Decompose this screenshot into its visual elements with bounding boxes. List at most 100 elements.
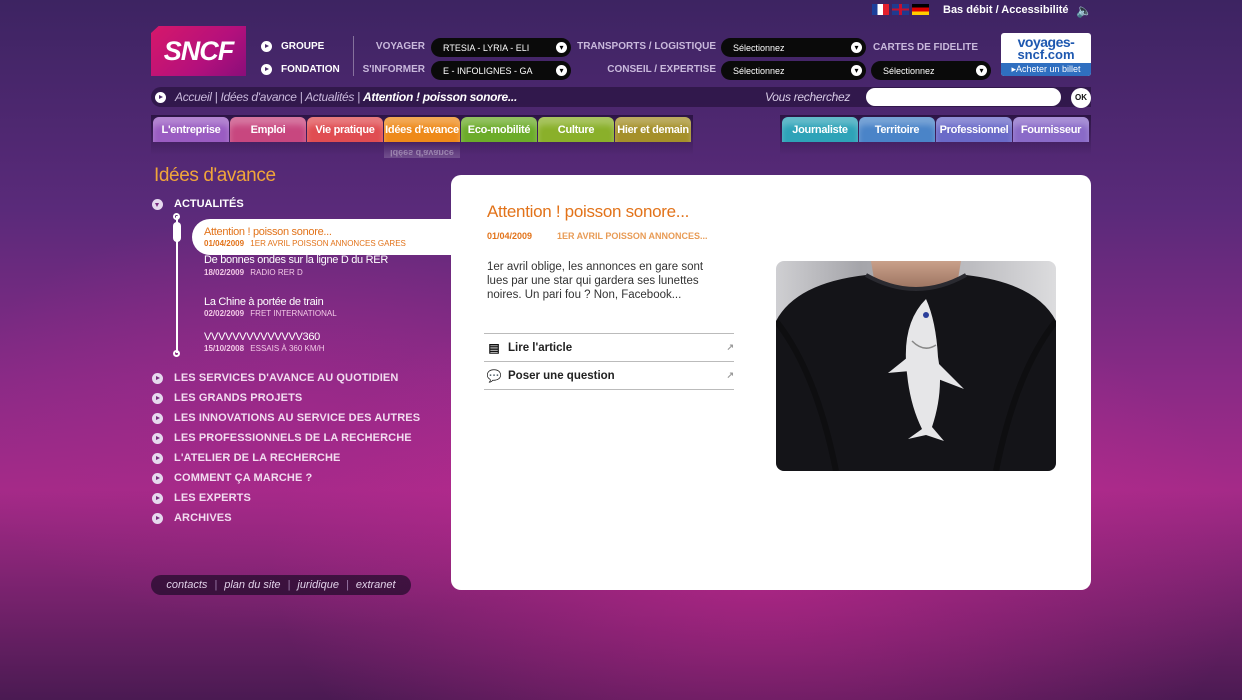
arrow-icon: [152, 473, 163, 484]
tab-eco-mobilite[interactable]: Eco-mobilité: [461, 117, 537, 142]
news-tag: 1ER AVRIL POISSON ANNONCES GARES: [250, 239, 406, 248]
news-meta: 15/10/2008 ESSAIS À 360 KM/H: [204, 344, 424, 353]
news-date: 01/04/2009: [204, 239, 245, 248]
nav-professionnels[interactable]: LES PROFESSIONNELS DE LA RECHERCHE: [174, 432, 412, 444]
groupe-link[interactable]: GROUPE: [261, 41, 324, 52]
cartes-value: Sélectionnez: [883, 65, 935, 76]
tab-reflection: Idées d'avance: [384, 142, 460, 158]
fondation-link[interactable]: FONDATION: [261, 64, 340, 75]
chevron-down-icon: ▾: [976, 65, 987, 76]
section-title: Idées d'avance: [154, 165, 276, 186]
arrow-icon: [152, 493, 163, 504]
voyager-select[interactable]: RTESIA - LYRIA - ELI ▾: [431, 38, 571, 57]
informer-select[interactable]: E - INFOLIGNES - GA ▾: [431, 61, 571, 80]
voyages-line2: sncf.com: [1017, 47, 1075, 62]
tab-fournisseur[interactable]: Fournisseur: [1013, 117, 1089, 142]
divider: [353, 36, 354, 76]
breadcrumb-actualites[interactable]: Actualités: [305, 90, 354, 104]
news-meta: 02/02/2009 FRET INTERNATIONAL: [204, 309, 424, 318]
nav-experts[interactable]: LES EXPERTS: [174, 492, 251, 504]
fondation-label: FONDATION: [281, 64, 340, 75]
news-item[interactable]: De bonnes ondes sur la ligne D du RER 18…: [204, 254, 404, 278]
ask-question-label: Poser une question: [508, 369, 615, 382]
tab-journaliste[interactable]: Journaliste: [782, 117, 858, 142]
chevron-down-icon: ▾: [851, 42, 862, 53]
footer-sep: |: [345, 579, 349, 591]
footer-juridique[interactable]: juridique: [297, 579, 339, 591]
news-title: VVVVVVVVVVVVVV360: [204, 331, 320, 343]
transports-label: TRANSPORTS / LOGISTIQUE: [577, 41, 716, 52]
voyager-value: RTESIA - LYRIA - ELI: [443, 42, 530, 53]
news-tag: FRET INTERNATIONAL: [250, 309, 337, 318]
voyages-sncf-banner[interactable]: voyages- sncf.com ▸Acheter un billet: [1001, 33, 1091, 76]
accessibility-link[interactable]: Bas débit / Accessibilité: [943, 4, 1069, 16]
news-item[interactable]: Attention ! poisson sonore... 01/04/2009…: [204, 227, 454, 249]
speaker-icon[interactable]: 🔈: [1076, 3, 1092, 19]
nav-archives[interactable]: ARCHIVES: [174, 512, 232, 524]
footer-sep: |: [214, 579, 218, 591]
news-item[interactable]: La Chine à portée de train 02/02/2009 FR…: [204, 297, 424, 319]
conseil-label: CONSEIL / EXPERTISE: [607, 64, 716, 75]
conseil-select[interactable]: Sélectionnez ▾: [721, 61, 866, 80]
ask-question-link[interactable]: 💬 Poser une question ↗: [484, 361, 734, 389]
tab-hier-demain[interactable]: Hier et demain: [615, 117, 691, 142]
article-title: Attention ! poisson sonore...: [487, 202, 690, 221]
article-date: 01/04/2009: [487, 231, 533, 241]
tab-emploi[interactable]: Emploi: [230, 117, 306, 142]
search-label: Vous recherchez: [765, 90, 851, 104]
breadcrumb: Accueil | Idées d'avance | Actualités | …: [175, 90, 517, 104]
footer-extranet[interactable]: extranet: [356, 579, 396, 591]
footer-sep: |: [287, 579, 291, 591]
article-photo[interactable]: [776, 261, 1056, 471]
arrow-icon: [152, 373, 163, 384]
nav-comment-ca-marche[interactable]: COMMENT ÇA MARCHE ?: [174, 472, 312, 484]
speech-bubble-icon: 💬: [486, 368, 502, 383]
informer-label: S'INFORMER: [362, 64, 425, 75]
breadcrumb-current: Attention ! poisson sonore...: [363, 90, 517, 104]
tab-vie-pratique[interactable]: Vie pratique: [307, 117, 383, 142]
tab-culture[interactable]: Culture: [538, 117, 614, 142]
news-item[interactable]: VVVVVVVVVVVVVV360 15/10/2008 ESSAIS À 36…: [204, 331, 424, 354]
tab-idees-avance[interactable]: Idées d'avance: [384, 117, 460, 142]
footer-contacts[interactable]: contacts: [166, 579, 207, 591]
breadcrumb-accueil[interactable]: Accueil: [175, 90, 212, 104]
shark-tshirt-image: [776, 261, 1056, 471]
tab-territoire[interactable]: Territoire: [859, 117, 935, 142]
tab-entreprise[interactable]: L'entreprise: [153, 117, 229, 142]
cartes-label: CARTES DE FIDELITE: [873, 42, 979, 53]
read-article-label: Lire l'article: [508, 341, 573, 354]
news-meta: 18/02/2009 RADIO RER D: [204, 268, 404, 277]
french-flag-icon[interactable]: [872, 4, 889, 15]
cartes-select[interactable]: Sélectionnez ▾: [871, 61, 991, 80]
transports-select[interactable]: Sélectionnez ▾: [721, 38, 866, 57]
groupe-label: GROUPE: [281, 41, 325, 52]
tab-professionnel[interactable]: Professionnel: [936, 117, 1012, 142]
acheter-billet-link[interactable]: ▸Acheter un billet: [1001, 63, 1091, 76]
search-ok-button[interactable]: OK: [1071, 88, 1091, 108]
news-title: De bonnes ondes sur la ligne D du RER: [204, 254, 388, 266]
actualites-heading[interactable]: ACTUALITÉS: [174, 198, 244, 210]
document-icon: ▤: [488, 340, 500, 355]
chevron-down-icon: ▾: [556, 42, 567, 53]
news-date: 18/02/2009: [204, 268, 245, 277]
german-flag-icon[interactable]: [912, 4, 929, 15]
external-arrow-icon: ↗: [726, 370, 734, 380]
arrow-icon: [261, 41, 272, 52]
nav-services[interactable]: LES SERVICES D'AVANCE AU QUOTIDIEN: [174, 372, 398, 384]
footer-plan-du-site[interactable]: plan du site: [224, 579, 280, 591]
timeline-scroll-handle[interactable]: [173, 222, 181, 242]
nav-innovations[interactable]: LES INNOVATIONS AU SERVICE DES AUTRES: [174, 412, 420, 424]
arrow-icon: [261, 64, 272, 75]
arrow-icon: [152, 453, 163, 464]
read-article-link[interactable]: ▤ Lire l'article ↗: [484, 333, 734, 361]
news-date: 15/10/2008: [204, 344, 245, 353]
search-input[interactable]: [866, 88, 1061, 106]
arrow-icon: [152, 393, 163, 404]
sncf-logo[interactable]: SNCF: [151, 26, 246, 76]
breadcrumb-idees[interactable]: Idées d'avance: [220, 90, 296, 104]
news-date: 02/02/2009: [204, 309, 245, 318]
nav-atelier[interactable]: L'ATELIER DE LA RECHERCHE: [174, 452, 340, 464]
voyager-label: VOYAGER: [375, 41, 425, 52]
nav-grands-projets[interactable]: LES GRANDS PROJETS: [174, 392, 302, 404]
english-flag-icon[interactable]: [892, 4, 909, 15]
